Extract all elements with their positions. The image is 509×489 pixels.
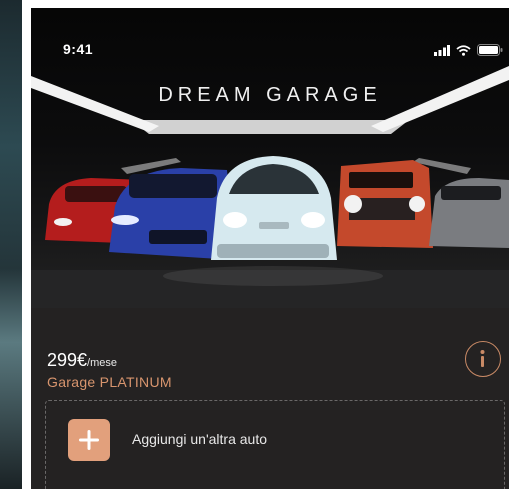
add-icon-box [68,419,110,461]
battery-icon [477,44,503,56]
status-time: 9:41 [63,41,94,57]
wifi-icon [456,44,471,56]
status-icons [434,44,503,56]
add-car-label: Aggiungi un'altra auto [132,431,267,447]
info-button[interactable] [465,341,501,377]
brand-logo: DREAM GARAGE [158,84,382,106]
price-value: 299€ [47,350,88,370]
signal-icon [434,44,450,56]
price-line: 299€/mese [47,350,117,371]
info-icon [480,350,485,367]
adjacent-screen-preview [0,0,22,489]
status-bar: 9:41 [31,8,509,57]
phone-screen: 9:41 DREAM GARAGE 299€/mese Garage PLATI… [31,8,509,489]
price-unit: /mese [87,357,118,369]
add-car-button[interactable]: Aggiungi un'altra auto [45,400,505,489]
plan-name: Garage PLATINUM [47,374,172,390]
garage-hero-image: 9:41 DREAM GARAGE [31,8,509,308]
plan-info: 299€/mese Garage PLATINUM [31,308,509,408]
plus-icon [79,430,99,450]
